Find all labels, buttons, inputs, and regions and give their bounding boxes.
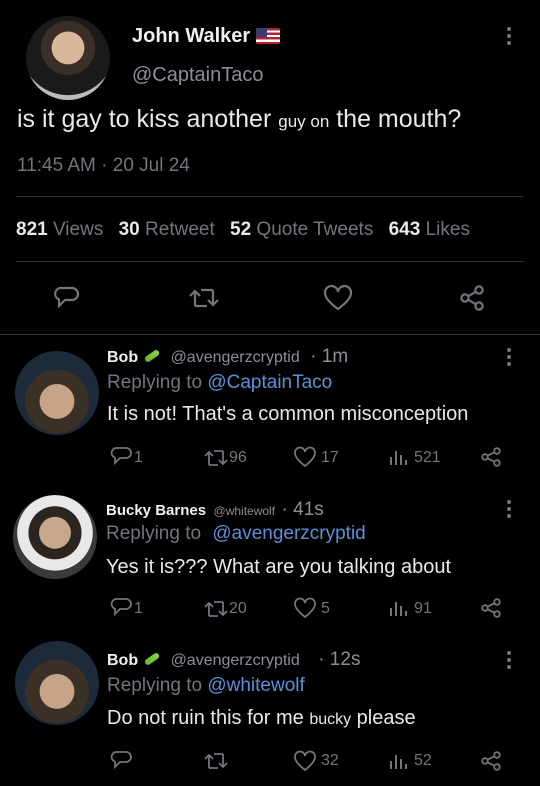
tweet-text-inline: guy on <box>278 112 330 131</box>
author-name-text: John Walker <box>132 25 251 47</box>
share-icon[interactable] <box>480 446 502 468</box>
reply-avatar[interactable] <box>13 495 97 579</box>
reply-time[interactable]: · 41s <box>282 499 324 520</box>
replying-to: Replying to @CaptainTaco <box>107 372 332 394</box>
likes-count: 643 <box>388 219 421 240</box>
retweet-icon[interactable] <box>203 751 229 771</box>
heart-icon[interactable] <box>293 750 317 772</box>
bar-chart-icon[interactable] <box>388 598 408 618</box>
reply-avatar[interactable] <box>15 641 99 725</box>
retweet-count: 20 <box>229 600 247 617</box>
quote-count: 52 <box>230 219 252 240</box>
more-options-icon[interactable] <box>506 651 512 672</box>
pickle-icon <box>143 348 161 364</box>
likes-label: Likes <box>420 219 470 240</box>
share-icon[interactable] <box>480 597 502 619</box>
like-count: 5 <box>321 600 330 617</box>
tweet-stats: 821 Views 30 Retweet 52 Quote Tweets 643… <box>16 219 470 241</box>
likes-stat[interactable]: 643 Likes <box>389 219 470 240</box>
view-count: 521 <box>414 449 441 466</box>
us-flag-icon <box>256 28 281 44</box>
more-options-icon[interactable] <box>506 500 512 521</box>
quote-label: Quote Tweets <box>251 219 374 240</box>
reply-author-name[interactable]: Bucky Barnes <box>106 502 206 519</box>
views-stat[interactable]: 821 Views <box>16 219 103 240</box>
reply-text-part1: Do not ruin this for me <box>107 707 310 729</box>
retweet-label: Retweet <box>139 219 215 240</box>
author-handle[interactable]: @CaptainTaco <box>132 64 263 87</box>
like-count: 17 <box>321 449 339 466</box>
divider <box>0 334 540 335</box>
tweet-text-part2: the mouth? <box>329 105 462 133</box>
replying-to-link[interactable]: @avengerzcryptid <box>212 523 365 544</box>
reply-author-handle[interactable]: @avengerzcryptid <box>171 349 300 366</box>
retweet-icon[interactable] <box>203 599 229 619</box>
reply-author-name[interactable]: Bob <box>107 349 138 366</box>
heart-icon[interactable] <box>293 597 317 619</box>
reply-author-handle[interactable]: @avengerzcryptid <box>171 652 300 669</box>
reply-header: Bob @avengerzcryptid · 12s <box>107 649 360 671</box>
like-count: 32 <box>321 752 339 769</box>
reply-count: 1 <box>134 449 143 466</box>
tweet-text: is it gay to kiss another guy on the mou… <box>17 104 461 137</box>
reply-icon[interactable] <box>110 446 132 468</box>
more-options-icon[interactable] <box>506 348 512 369</box>
quote-stat[interactable]: 52 Quote Tweets <box>230 219 373 240</box>
author-display-name[interactable]: John Walker <box>132 25 281 48</box>
reply-time[interactable]: · 12s <box>318 649 360 670</box>
retweet-count: 30 <box>118 219 140 240</box>
replying-to-link[interactable]: @CaptainTaco <box>207 372 332 393</box>
reply-header: Bob @avengerzcryptid · 1m <box>107 346 348 368</box>
retweet-icon[interactable] <box>203 448 229 468</box>
reply-text-inline: bucky <box>309 711 352 728</box>
pickle-icon <box>143 651 161 667</box>
retweet-icon[interactable] <box>188 286 220 310</box>
bar-chart-icon[interactable] <box>388 447 408 467</box>
view-count: 52 <box>414 752 432 769</box>
more-options-icon[interactable] <box>506 27 512 48</box>
reply-text: It is not! That's a common misconception <box>107 403 469 425</box>
share-icon[interactable] <box>480 750 502 772</box>
reply-icon[interactable] <box>110 750 132 772</box>
retweet-count: 96 <box>229 449 247 466</box>
reply-time[interactable]: · 1m <box>310 346 348 367</box>
replying-prefix: Replying to <box>107 675 208 696</box>
reply-author-handle[interactable]: @whitewolf <box>214 504 276 518</box>
reply-avatar[interactable] <box>15 351 99 435</box>
tweet-timestamp[interactable]: 11:45 AM · 20 Jul 24 <box>17 155 190 177</box>
views-count: 821 <box>16 219 48 240</box>
divider <box>16 196 524 197</box>
view-count: 91 <box>414 600 432 617</box>
replying-to: Replying to @avengerzcryptid <box>106 523 366 545</box>
reply-author-name[interactable]: Bob <box>107 652 138 669</box>
views-label: Views <box>47 219 104 240</box>
bar-chart-icon[interactable] <box>388 751 408 771</box>
heart-icon[interactable] <box>323 285 353 311</box>
replying-prefix: Replying to <box>106 523 207 544</box>
reply-icon[interactable] <box>110 597 132 619</box>
replying-prefix: Replying to <box>107 372 208 393</box>
main-tweet: John Walker @CaptainTaco is it gay to ki… <box>0 0 540 335</box>
replying-to: Replying to @whitewolf <box>107 675 305 697</box>
replying-to-link[interactable]: @whitewolf <box>207 675 304 696</box>
retweet-stat[interactable]: 30 Retweet <box>119 219 215 240</box>
reply-icon[interactable] <box>52 285 80 311</box>
heart-icon[interactable] <box>293 446 317 468</box>
reply-text: Do not ruin this for me bucky please <box>107 707 416 730</box>
divider <box>16 261 524 262</box>
tweet-text-part1: is it gay to kiss another <box>17 105 279 133</box>
reply-header: Bucky Barnes @whitewolf · 41s <box>106 499 324 521</box>
author-avatar[interactable] <box>26 16 110 100</box>
reply-text-part2: please <box>351 707 416 729</box>
share-icon[interactable] <box>458 284 486 312</box>
reply-text: Yes it is??? What are you talking about <box>106 556 452 578</box>
reply-count: 1 <box>134 600 143 617</box>
